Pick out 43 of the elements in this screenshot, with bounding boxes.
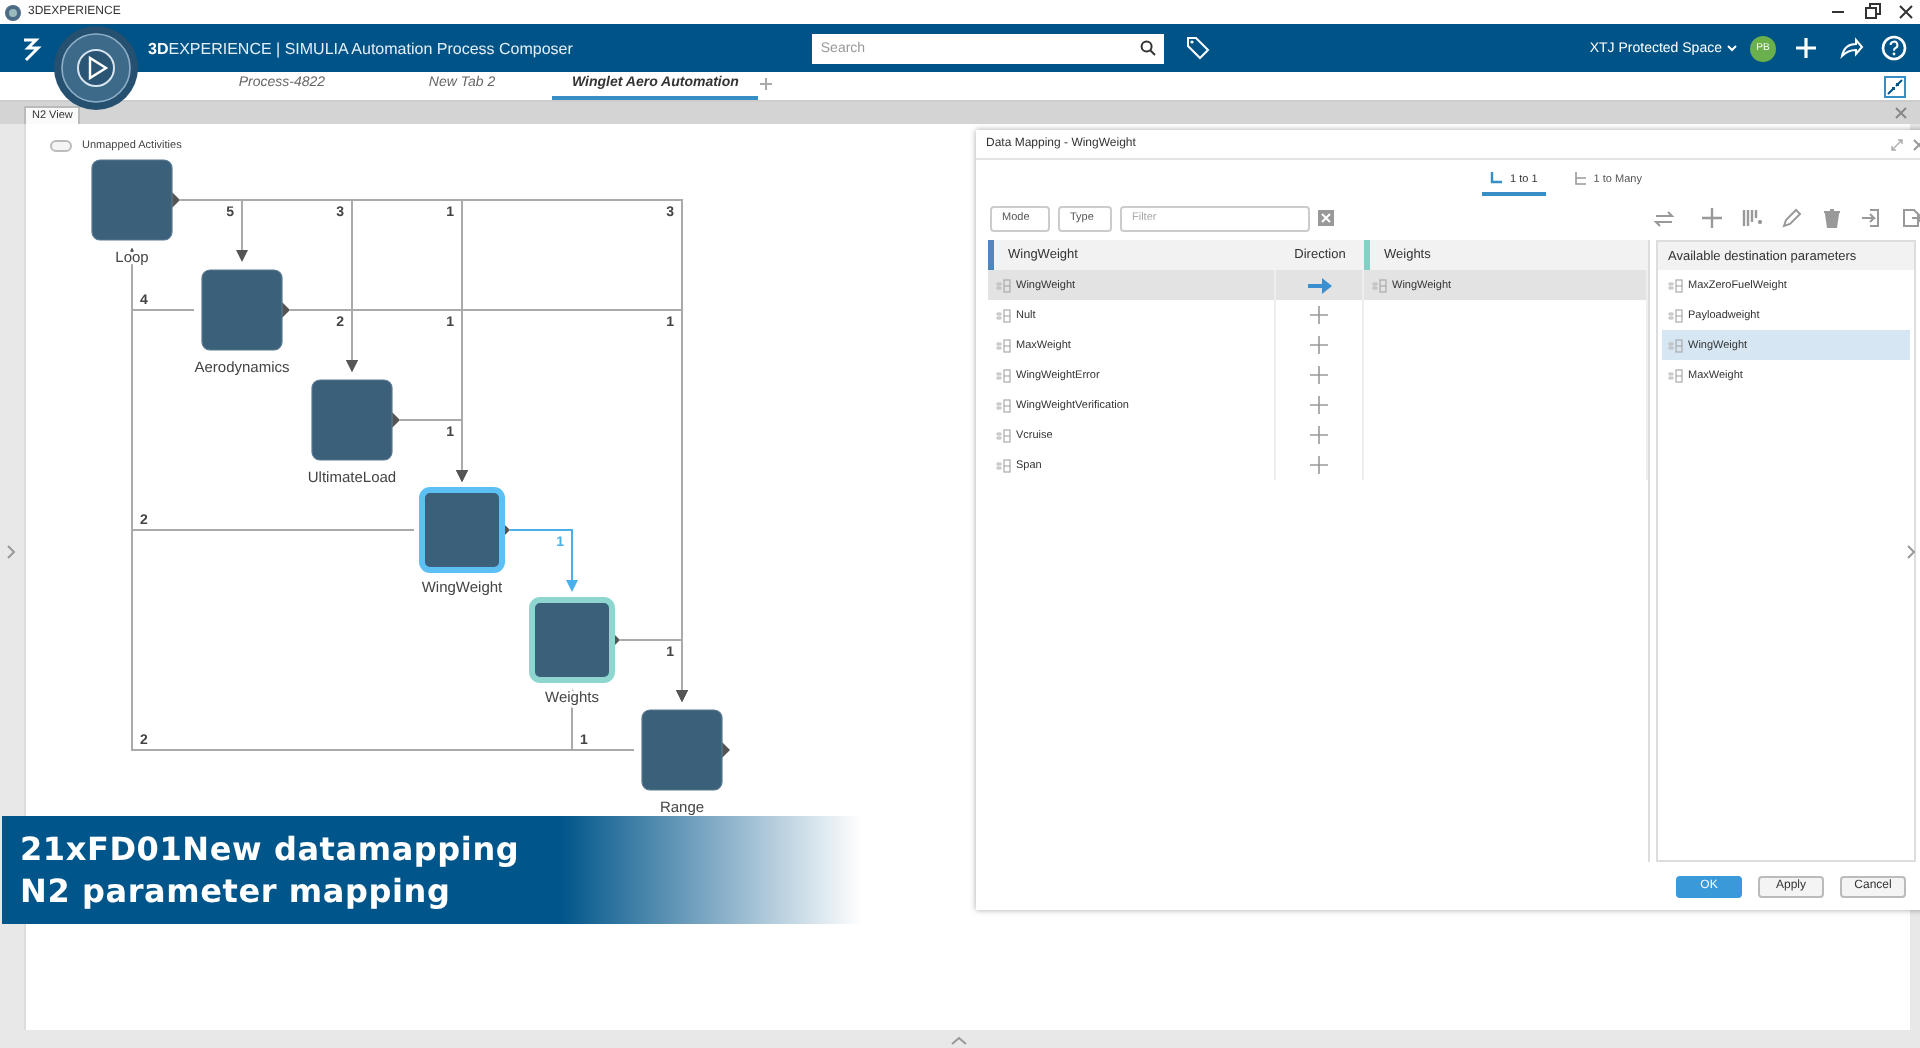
mapped-arrow-icon[interactable] xyxy=(1307,277,1331,293)
app-logo-icon xyxy=(4,3,22,21)
parameter-icon xyxy=(1668,367,1684,383)
tree-icon xyxy=(1573,172,1588,186)
parameter-icon xyxy=(996,427,1012,443)
connector-line[interactable] xyxy=(619,639,688,702)
barcode-icon[interactable] xyxy=(1742,208,1762,228)
toggle-switch[interactable] xyxy=(50,140,72,152)
help-icon[interactable] xyxy=(1880,34,1908,62)
expand-right-icon[interactable] xyxy=(1906,544,1916,560)
activity-node[interactable] xyxy=(641,709,730,791)
trash-icon[interactable] xyxy=(1822,208,1842,228)
parameter-icon xyxy=(1668,277,1684,293)
search-icon[interactable] xyxy=(1140,40,1157,56)
app-title: 3DEXPERIENCE | SIMULIA Automation Process Composer xyxy=(148,39,573,57)
activity-node[interactable] xyxy=(311,379,400,461)
activity-node[interactable] xyxy=(419,487,510,573)
swap-icon[interactable] xyxy=(1654,208,1674,228)
pencil-icon[interactable] xyxy=(1782,208,1802,228)
parameter-icon xyxy=(996,337,1012,353)
caption-text: 21xFD01New datamapping xyxy=(20,828,522,870)
parameter-icon xyxy=(1372,277,1388,293)
export-icon[interactable] xyxy=(1902,208,1920,228)
parameter-icon xyxy=(996,397,1012,413)
parameter-icon xyxy=(996,307,1012,323)
connector-line[interactable] xyxy=(399,419,468,482)
parameter-icon xyxy=(996,367,1012,383)
parameter-icon xyxy=(996,457,1012,473)
activity-node[interactable] xyxy=(201,269,290,351)
collapse-icon[interactable] xyxy=(1884,76,1906,98)
parameter-icon xyxy=(1668,307,1684,323)
compass-icon[interactable] xyxy=(52,24,140,112)
activity-node[interactable] xyxy=(529,597,620,683)
link-icon xyxy=(1490,172,1505,186)
import-icon[interactable] xyxy=(1862,208,1882,228)
parameter-icon xyxy=(1668,337,1684,353)
caption-text: N2 parameter mapping xyxy=(20,870,453,912)
activity-node[interactable] xyxy=(91,159,180,241)
clear-icon[interactable] xyxy=(1318,210,1334,226)
tag-icon[interactable] xyxy=(1184,34,1213,62)
share-icon[interactable] xyxy=(1836,34,1864,62)
parameter-icon xyxy=(996,277,1012,293)
chevron-down-icon xyxy=(1726,44,1738,52)
